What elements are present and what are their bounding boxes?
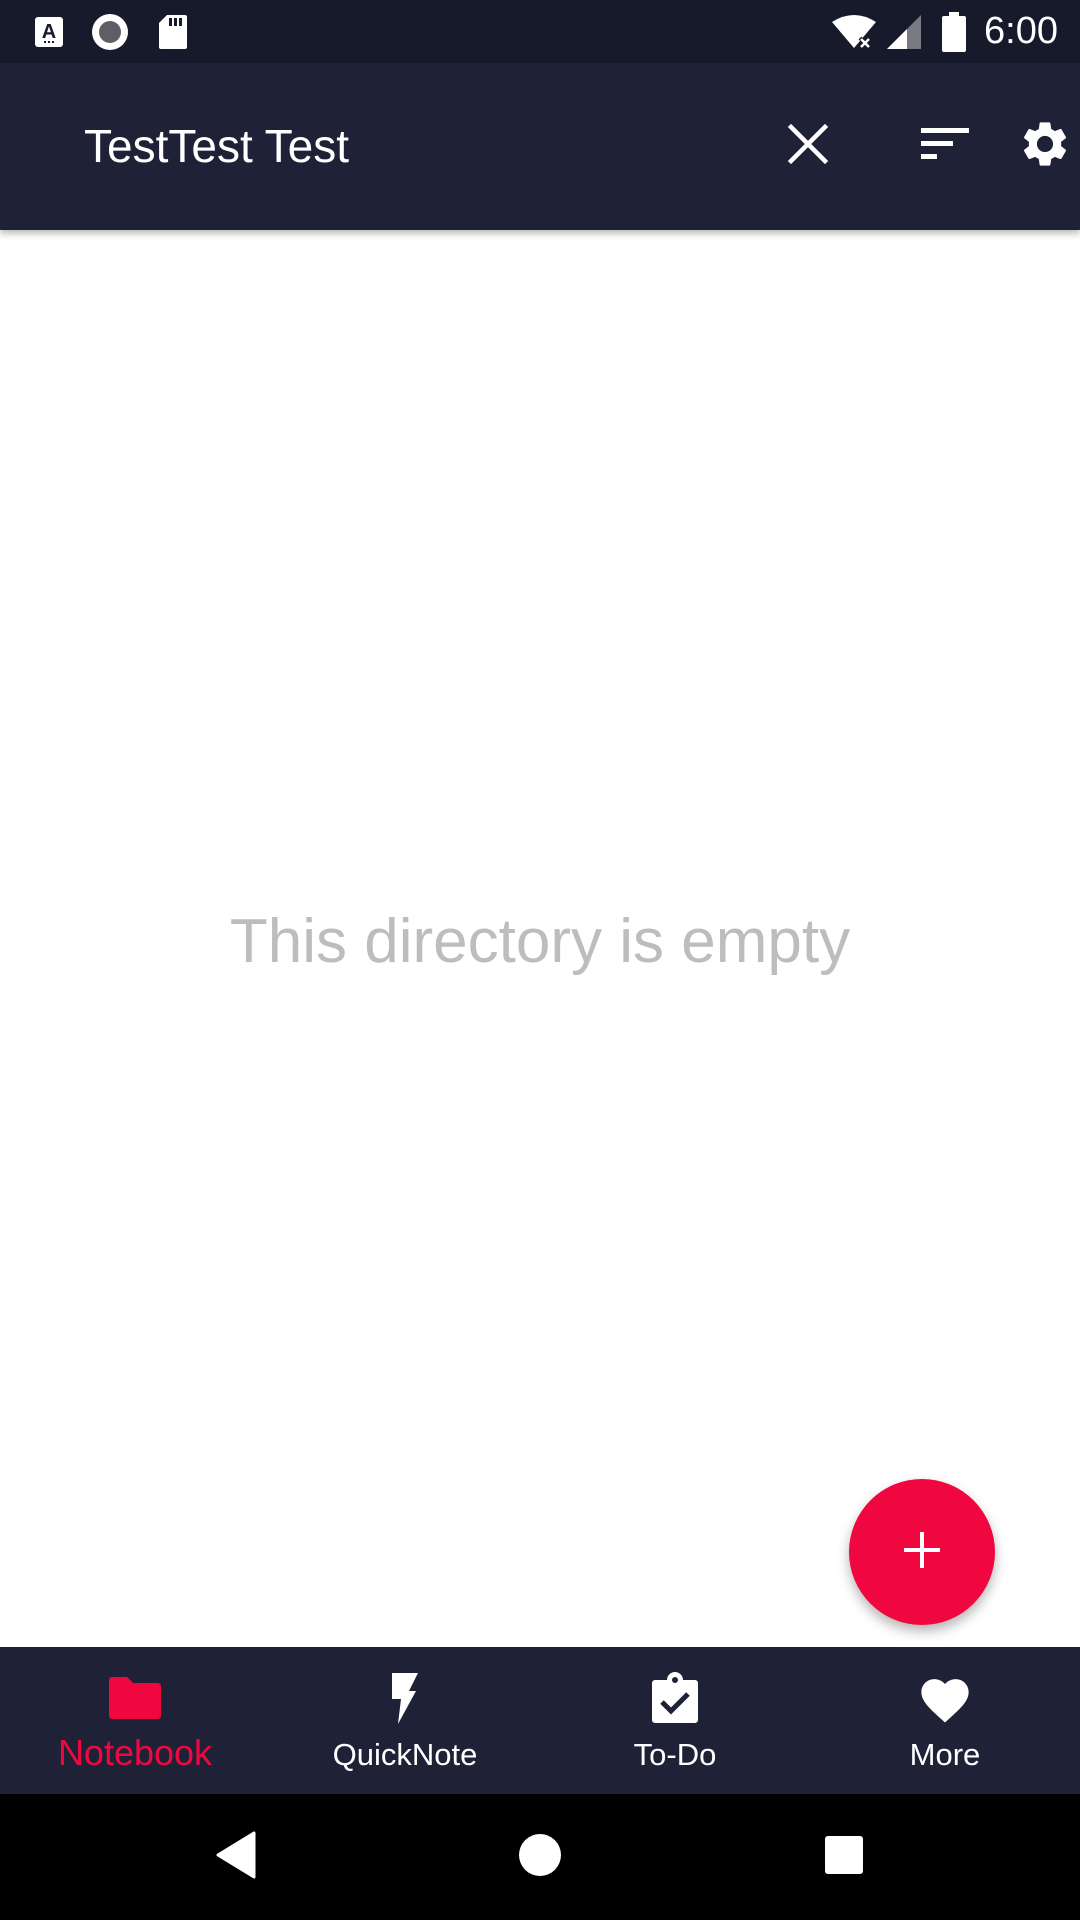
nav-item-todo[interactable]: To-Do [540,1647,810,1794]
record-icon [90,0,130,63]
svg-text:A: A [42,21,56,43]
gear-icon [1018,117,1072,176]
battery-icon [940,0,968,63]
close-icon [786,122,830,171]
sd-card-icon [156,0,190,63]
plus-icon [902,1530,942,1575]
home-icon [518,1833,562,1882]
page-title: TestTest Test [84,120,350,172]
accessibility-icon: A [30,0,68,63]
nav-label-quicknote: QuickNote [332,1737,478,1772]
system-navigation-bar [0,1794,1080,1920]
nav-label-more: More [909,1737,981,1772]
back-button[interactable] [191,1812,281,1902]
nav-item-quicknote[interactable]: QuickNote [270,1647,540,1794]
close-button[interactable] [763,101,853,191]
lightning-icon [270,1671,540,1725]
directory-content: This directory is empty [0,230,1080,1647]
wifi-icon [830,0,878,63]
clipboard-check-icon [540,1671,810,1725]
recents-button[interactable] [799,1812,889,1902]
signal-icon [884,0,924,63]
nav-label-notebook: Notebook [57,1732,213,1773]
nav-label-todo: To-Do [633,1737,717,1772]
nav-item-notebook[interactable]: Notebook [0,1647,270,1794]
app-bar: TestTest Test [0,63,1080,230]
status-time: 6:00 [984,10,1058,52]
screen: A 6:00 TestTest Test This directory is e… [0,0,1080,1920]
sort-button[interactable] [900,101,990,191]
nav-item-more[interactable]: More [810,1647,1080,1794]
folder-icon [0,1671,270,1725]
status-bar: A 6:00 [0,0,1080,63]
home-button[interactable] [495,1812,585,1902]
empty-message: This directory is empty [229,907,851,976]
settings-button[interactable] [1000,101,1080,191]
sort-icon [919,124,971,169]
bottom-navigation: Notebook QuickNote To-Do More [0,1647,1080,1794]
add-fab-button[interactable] [849,1479,995,1625]
heart-icon [810,1671,1080,1725]
back-icon [214,1831,258,1884]
recents-icon [824,1835,864,1880]
